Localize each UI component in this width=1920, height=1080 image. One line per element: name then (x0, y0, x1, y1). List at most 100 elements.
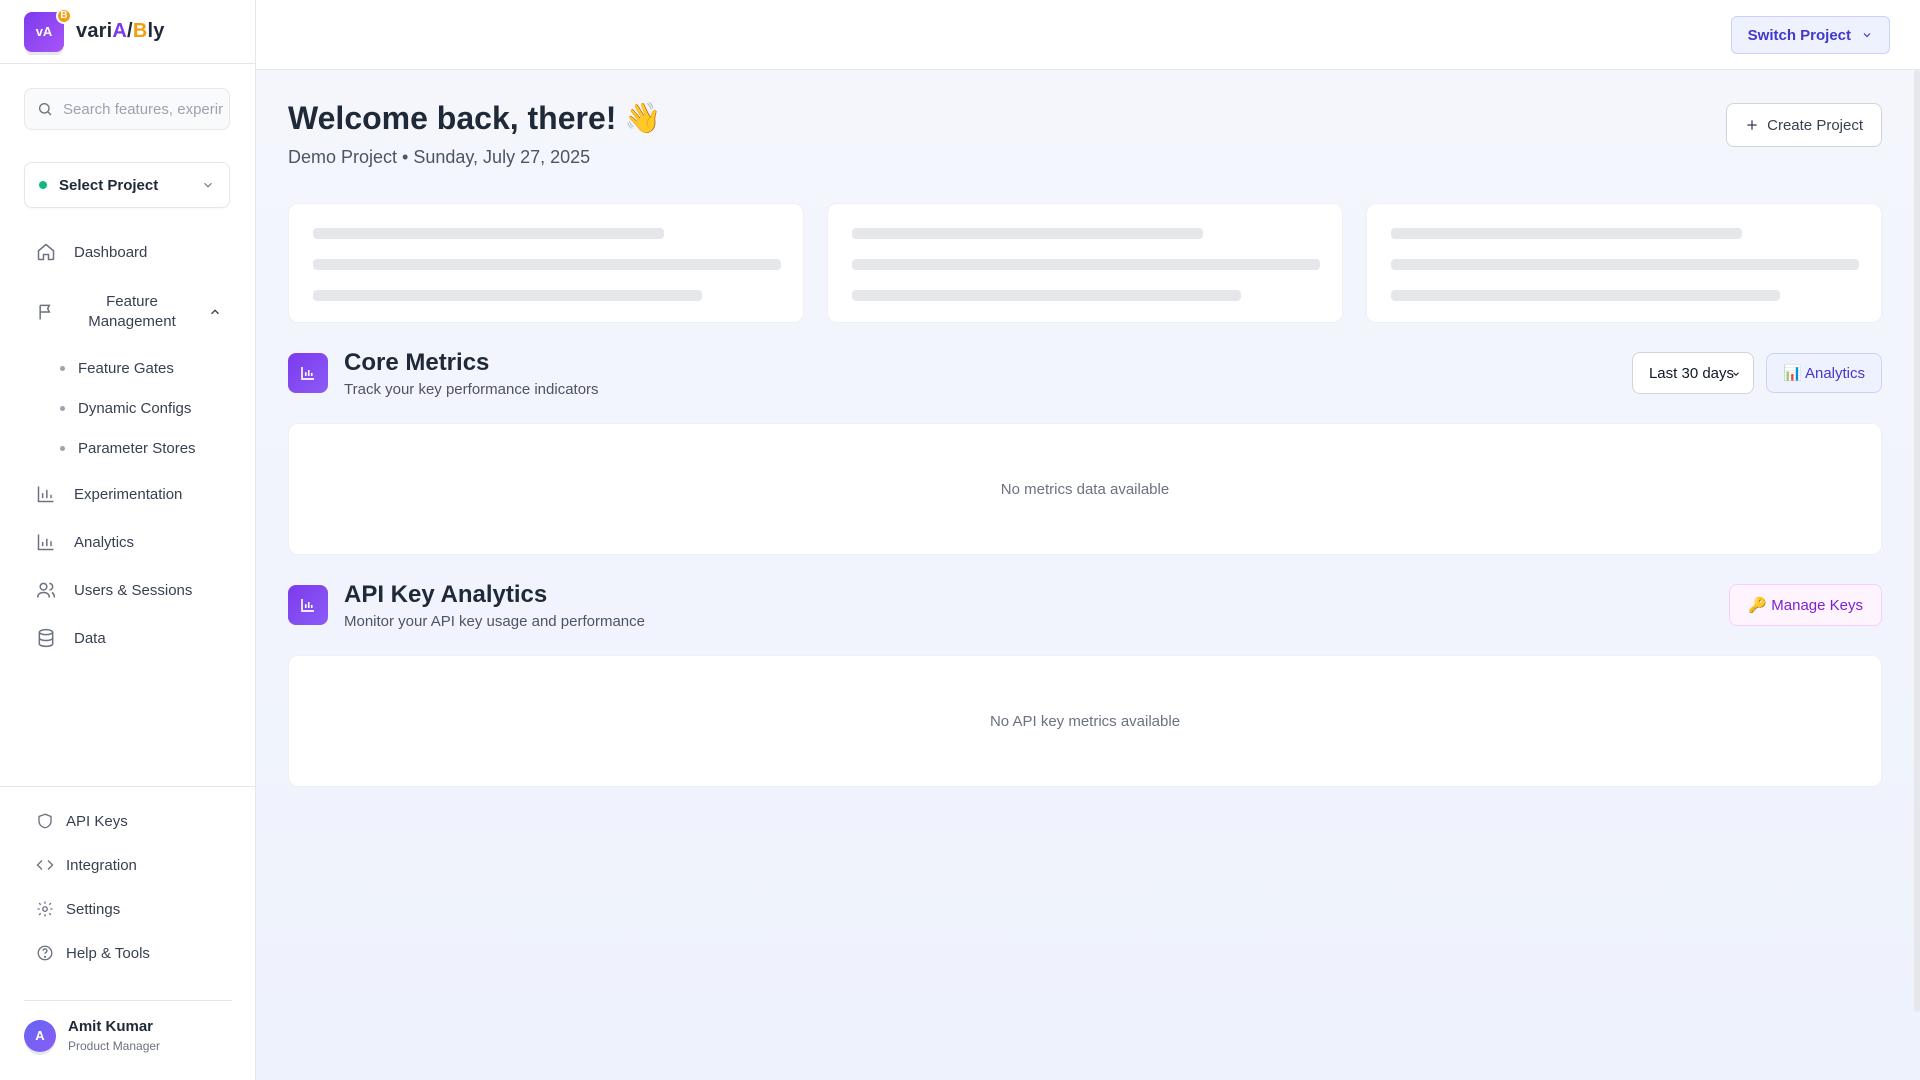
skeleton-card (1366, 203, 1882, 323)
user-info: Amit Kumar Product Manager (68, 1018, 160, 1053)
search-box[interactable] (24, 88, 230, 130)
skeleton-line (313, 259, 781, 270)
sidebar-item-api-keys[interactable]: API Keys (24, 803, 232, 839)
sidebar-item-label: Data (74, 629, 106, 647)
sidebar-item-integration[interactable]: Integration (24, 847, 232, 883)
manage-keys-button[interactable]: 🔑 Manage Keys (1729, 584, 1882, 626)
create-project-button[interactable]: Create Project (1726, 103, 1882, 147)
database-icon (38, 628, 54, 648)
sidebar-subitem-label: Dynamic Configs (78, 399, 192, 417)
bullet-dot (60, 365, 65, 371)
brand-name-part: A (112, 20, 128, 42)
code-icon (36, 860, 54, 870)
skeleton-line (852, 259, 1320, 270)
core-metrics-panel: No metrics data available (288, 423, 1882, 555)
sidebar-bottom-nav: API Keys Integration Settings Help & Too… (0, 786, 256, 979)
core-metrics-actions: Last 30 days 📊 Analytics (1631, 352, 1882, 394)
chevron-down-icon (1733, 372, 1739, 377)
project-select[interactable]: Select Project (24, 162, 230, 208)
section-title: API Key Analytics (344, 580, 548, 608)
chevron-down-icon (204, 182, 212, 188)
empty-state-text: No metrics data available (1000, 480, 1170, 498)
core-metrics-text: Core Metrics Track your key performance … (344, 349, 599, 398)
user-profile[interactable]: A Amit Kumar Product Manager (24, 1000, 232, 1070)
bar-chart-icon (37, 534, 54, 551)
sidebar-item-label: Help & Tools (66, 944, 150, 962)
sidebar-item-label: Experimentation (74, 485, 183, 503)
brand-name-part: vari (76, 20, 113, 42)
section-subtitle: Monitor your API key usage and performan… (344, 612, 645, 630)
project-status-dot (39, 181, 47, 189)
empty-state-text: No API key metrics available (989, 712, 1181, 730)
sidebar-subitem-dynamic-configs[interactable]: Dynamic Configs (24, 388, 232, 428)
search-input[interactable] (63, 100, 223, 118)
bar-chart-icon (288, 585, 328, 625)
bullet-dot (60, 445, 65, 451)
sidebar-item-label: Analytics (74, 533, 135, 551)
sidebar-item-users-sessions[interactable]: Users & Sessions (24, 570, 232, 610)
sidebar-subitem-label: Parameter Stores (78, 439, 196, 457)
date-range-value: Last 30 days (1648, 364, 1735, 382)
user-role: Product Manager (68, 1039, 161, 1053)
api-analytics-actions: 🔑 Manage Keys (1729, 584, 1882, 626)
bar-chart-icon (37, 486, 54, 503)
app-logo[interactable]: vA B (24, 7, 72, 52)
brand-name-part: ly (147, 20, 165, 42)
sidebar-item-experimentation[interactable]: Experimentation (24, 474, 232, 514)
logo-text: vA (35, 24, 53, 39)
switch-project-button[interactable]: Switch Project (1730, 16, 1890, 54)
sidebar-item-feature-management[interactable]: Feature Management (24, 280, 232, 344)
search-icon (39, 103, 52, 116)
skeleton-card (827, 203, 1343, 323)
section-subtitle: Track your key performance indicators (344, 380, 599, 398)
main-nav: Dashboard Feature Management Feature Gat… (24, 232, 232, 666)
welcome-section: Welcome back, there! 👋 Demo Project • Su… (288, 100, 662, 168)
sidebar-subitem-label: Feature Gates (78, 359, 174, 377)
sidebar-item-help-tools[interactable]: Help & Tools (24, 935, 232, 971)
analytics-button-label: 📊 Analytics (1782, 365, 1865, 382)
analytics-button[interactable]: 📊 Analytics (1765, 353, 1882, 393)
api-analytics-panel: No API key metrics available (288, 655, 1882, 787)
sidebar-item-label: Dashboard (74, 243, 148, 261)
plus-icon (1747, 120, 1757, 130)
switch-project-label: Switch Project (1747, 26, 1851, 44)
shield-icon (38, 813, 52, 829)
core-metrics-header: Core Metrics Track your key performance … (288, 345, 1882, 401)
brand-name-part: B (132, 20, 148, 42)
sidebar-item-analytics[interactable]: Analytics (24, 522, 232, 562)
user-name: Amit Kumar (68, 1018, 154, 1035)
chevron-down-icon (1863, 33, 1871, 38)
sidebar-subitem-feature-gates[interactable]: Feature Gates (24, 348, 232, 388)
skeleton-line (313, 228, 664, 239)
skeleton-line (1391, 259, 1859, 270)
welcome-subtitle: Demo Project • Sunday, July 27, 2025 (288, 147, 591, 167)
help-circle-icon (37, 945, 53, 961)
skeleton-line (1391, 228, 1742, 239)
date-range-select[interactable]: Last 30 days (1631, 352, 1754, 394)
sidebar-item-dashboard[interactable]: Dashboard (24, 232, 232, 272)
api-analytics-header: API Key Analytics Monitor your API key u… (288, 577, 1882, 633)
manage-keys-label: 🔑 Manage Keys (1748, 597, 1863, 614)
chevron-up-icon[interactable] (208, 305, 222, 319)
brand-name: variA/Bly (76, 20, 165, 43)
section-title: Core Metrics (344, 348, 490, 376)
sidebar-item-settings[interactable]: Settings (24, 891, 232, 927)
bar-chart-icon (288, 353, 328, 393)
sidebar-subitem-parameter-stores[interactable]: Parameter Stores (24, 428, 232, 468)
logo-badge: B (56, 7, 72, 24)
sidebar-item-data[interactable]: Data (24, 618, 232, 658)
skeleton-line (313, 290, 702, 301)
skeleton-card (288, 203, 804, 323)
bullet-dot (60, 405, 65, 411)
sidebar-item-label: Users & Sessions (74, 581, 193, 599)
sidebar: vA B variA/Bly Select Project Dashboard … (0, 0, 256, 1080)
page-title: Welcome back, there! 👋 (288, 100, 662, 137)
skeleton-line (1391, 290, 1780, 301)
skeleton-line (852, 290, 1241, 301)
scrollbar[interactable] (1914, 70, 1920, 1012)
loading-cards (288, 203, 1882, 323)
skeleton-line (852, 228, 1203, 239)
waving-hand-icon: 👋 (624, 102, 662, 135)
home-icon (37, 243, 55, 261)
sidebar-item-label: API Keys (66, 812, 128, 830)
